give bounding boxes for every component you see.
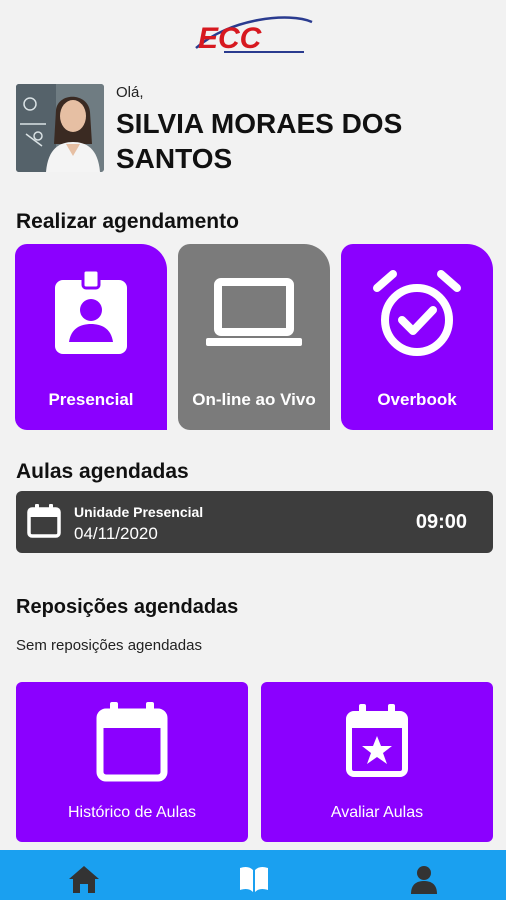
book-icon bbox=[240, 866, 268, 892]
user-profile: Olá, SILVIA MORAES DOS SANTOS bbox=[16, 84, 486, 184]
badge-person-icon bbox=[55, 268, 127, 354]
online-live-button[interactable]: On-line ao Vivo bbox=[178, 244, 330, 430]
logo-text: ECC bbox=[198, 22, 263, 55]
user-name: SILVIA MORAES DOS SANTOS bbox=[116, 108, 403, 174]
class-history-button[interactable]: Histórico de Aulas bbox=[16, 682, 248, 842]
class-date: 04/11/2020 bbox=[74, 524, 158, 543]
ecc-logo: ECC bbox=[190, 14, 316, 58]
calendar-icon bbox=[27, 504, 61, 538]
class-unit: Unidade Presencial bbox=[74, 504, 204, 520]
nav-book[interactable] bbox=[224, 850, 284, 900]
scheduled-classes-title: Aulas agendadas bbox=[16, 460, 189, 483]
class-history-label: Histórico de Aulas bbox=[67, 804, 197, 821]
rate-classes-label: Avaliar Aulas bbox=[330, 804, 424, 821]
nav-profile[interactable] bbox=[394, 850, 454, 900]
replacements-title: Reposições agendadas bbox=[16, 596, 239, 618]
bottom-navigation bbox=[0, 850, 506, 900]
user-icon bbox=[411, 866, 437, 894]
avatar-photo bbox=[16, 84, 104, 172]
scheduling-options: Presencial On-line ao Vivo Overbook bbox=[15, 244, 493, 430]
rate-classes-button[interactable]: Avaliar Aulas bbox=[261, 682, 493, 842]
avatar[interactable] bbox=[16, 84, 104, 172]
class-time: 09:00 bbox=[415, 511, 467, 533]
calendar-star-icon bbox=[346, 704, 408, 777]
laptop-icon bbox=[206, 278, 302, 346]
replacements-empty-text: Sem reposições agendadas bbox=[16, 637, 202, 654]
online-live-label: On-line ao Vivo bbox=[192, 390, 316, 409]
scheduling-title: Realizar agendamento bbox=[16, 210, 239, 233]
greeting: Olá, bbox=[116, 84, 144, 101]
scheduled-class-card[interactable]: Unidade Presencial 04/11/2020 09:00 bbox=[16, 491, 493, 553]
overbook-button[interactable]: Overbook bbox=[341, 244, 493, 430]
calendar-icon bbox=[96, 702, 168, 782]
home-icon bbox=[69, 866, 99, 893]
presencial-label: Presencial bbox=[48, 390, 134, 409]
overbook-label: Overbook bbox=[377, 390, 457, 409]
presencial-button[interactable]: Presencial bbox=[15, 244, 167, 430]
ecc-logo-icon: ECC bbox=[195, 16, 313, 55]
nav-home[interactable] bbox=[54, 850, 114, 900]
alarm-check-icon bbox=[373, 270, 461, 356]
